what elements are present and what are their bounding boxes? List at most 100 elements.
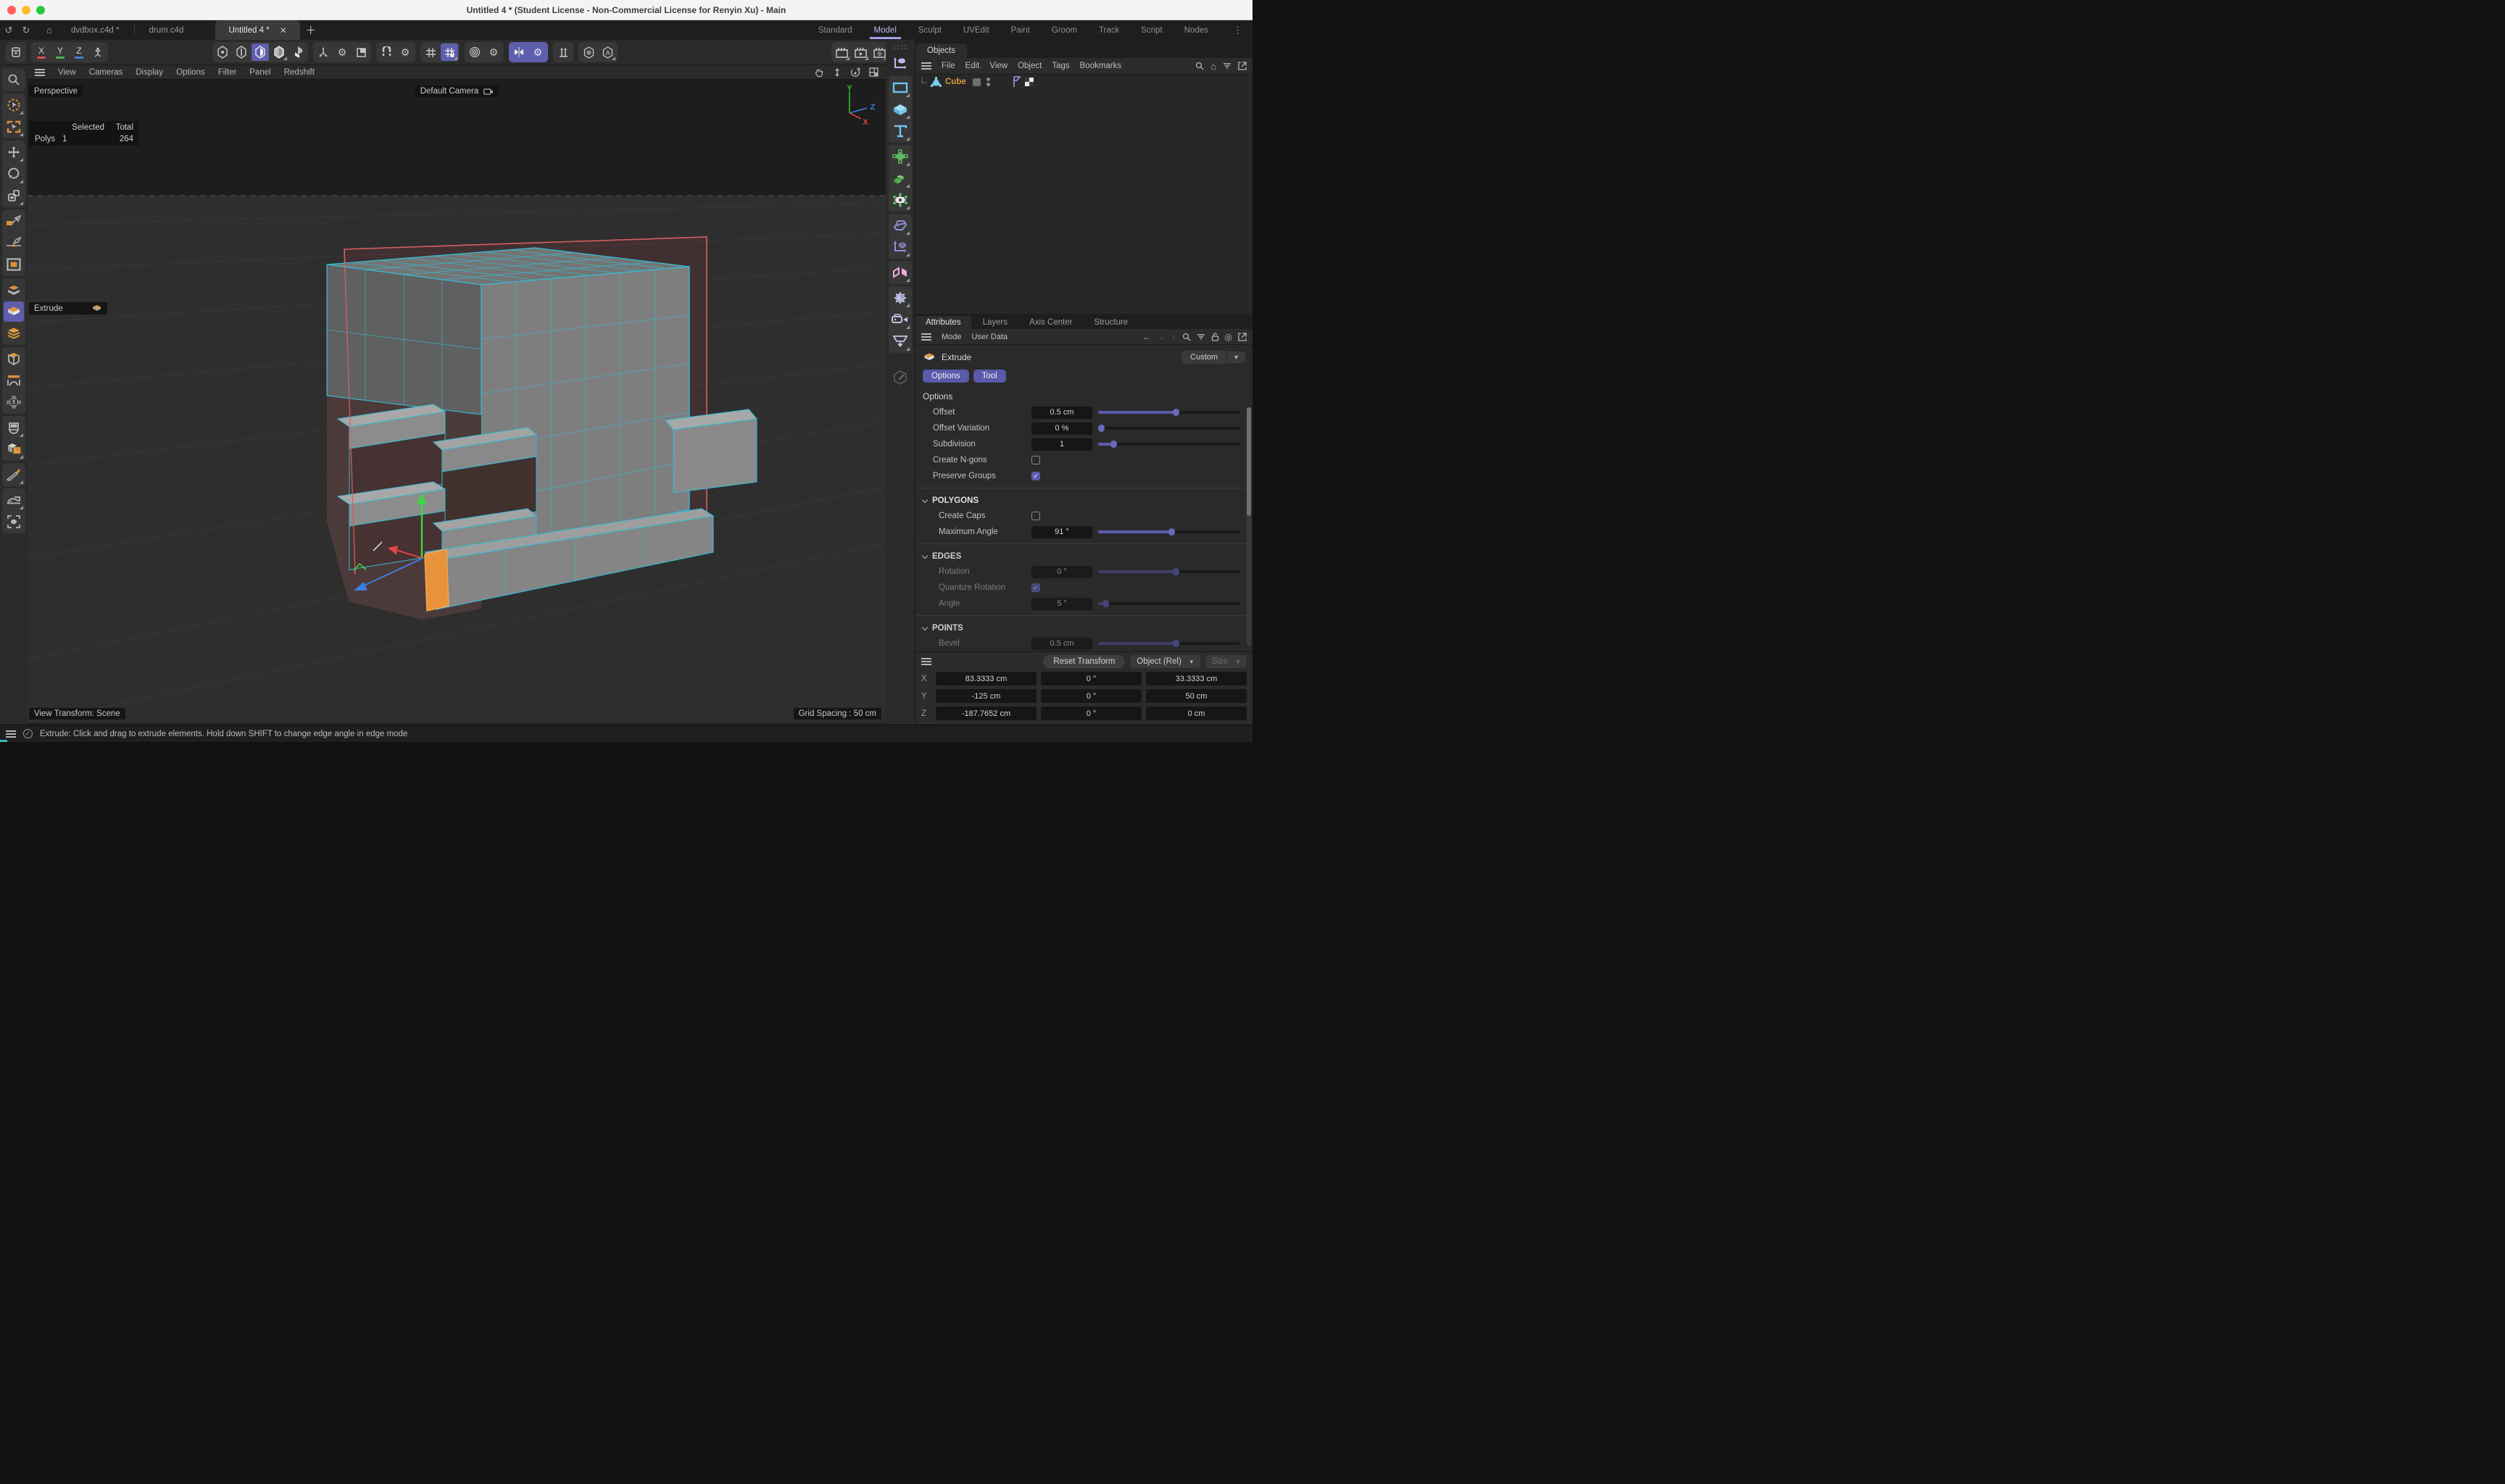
camera-label[interactable]: Default Camera [415, 86, 499, 97]
extrude-tool-icon[interactable] [4, 301, 24, 322]
offset-variation-slider[interactable] [1098, 427, 1239, 430]
layout-tab-sculpt[interactable]: Sculpt [917, 22, 943, 39]
z-rotation-field[interactable]: 0 ° [1041, 706, 1142, 720]
layout-tab-groom[interactable]: Groom [1050, 22, 1079, 39]
object-visibility-dots[interactable] [986, 78, 990, 86]
doc-tab-untitled4[interactable]: Untitled 4 * ✕ [215, 20, 299, 40]
attributes-detach-icon[interactable] [1238, 333, 1247, 341]
knife-tool-icon[interactable] [4, 464, 24, 485]
objects-menu-edit[interactable]: Edit [965, 62, 980, 70]
live-selection-tool-icon[interactable] [4, 95, 24, 115]
lock-icon[interactable] [1211, 332, 1219, 341]
x-rotation-field[interactable]: 0 ° [1041, 672, 1142, 685]
history-forward-icon[interactable]: → [1158, 332, 1166, 342]
viewport-menu-panel[interactable]: Panel [249, 68, 270, 77]
spline-rectangle-icon[interactable] [890, 78, 910, 98]
coordinate-system-icon[interactable] [89, 43, 107, 61]
pen-tool-icon[interactable] [4, 211, 24, 231]
layout-tab-uvedit[interactable]: UVEdit [962, 22, 991, 39]
rectangle-spline-tool-icon[interactable] [4, 254, 24, 275]
maximum-angle-slider[interactable] [1098, 530, 1239, 533]
attributes-menu-icon[interactable] [921, 333, 931, 341]
smooth-shift-tool-icon[interactable] [4, 323, 24, 343]
redo-icon[interactable]: ↻ [17, 20, 35, 40]
axis-center-icon[interactable] [580, 43, 597, 61]
objects-filter-icon[interactable] [1223, 62, 1231, 70]
reset-transform-button[interactable]: Reset Transform [1043, 655, 1125, 668]
preserve-groups-checkbox[interactable]: ✓ [1031, 472, 1040, 480]
phong-tag-icon[interactable] [1013, 76, 1021, 88]
magnify-tool-icon[interactable] [4, 70, 24, 90]
object-enable-toggle[interactable] [973, 78, 981, 86]
falloff-rings-icon[interactable] [466, 43, 483, 61]
brush-tool-icon[interactable] [4, 512, 24, 532]
viewport-menu-options[interactable]: Options [176, 68, 205, 77]
attributes-scrollbar[interactable] [1247, 407, 1251, 646]
cube-split-tool-icon[interactable] [4, 439, 24, 459]
layout-tab-track[interactable]: Track [1097, 22, 1121, 39]
x-position-field[interactable]: 83.3333 cm [936, 672, 1037, 685]
render-view-icon[interactable] [833, 43, 850, 61]
objects-menu-view[interactable]: View [989, 62, 1008, 70]
symmetry-settings-gear-icon[interactable]: ⚙ [529, 43, 547, 61]
attributes-filter-icon[interactable] [1197, 333, 1205, 341]
viewport-menu-view[interactable]: View [58, 68, 76, 77]
camera-object-icon[interactable] [890, 309, 910, 330]
object-mode-icon[interactable] [289, 43, 307, 61]
falloff-settings-gear-icon[interactable]: ⚙ [485, 43, 502, 61]
scene-3d[interactable]: Perspective Default Camera SelectedTotal… [28, 80, 886, 722]
tab-axis-center[interactable]: Axis Center [1019, 316, 1082, 329]
size-dropdown[interactable]: Size▼ [1206, 655, 1247, 668]
frame-selection-tool-icon[interactable] [4, 117, 24, 137]
sky-environment-icon[interactable] [890, 288, 910, 308]
iron-tool-icon[interactable] [4, 490, 24, 510]
volume-builder-icon[interactable] [890, 168, 910, 188]
polygon-selection-tag-icon[interactable] [1024, 77, 1034, 87]
subdivision-value-field[interactable]: 1 [1031, 438, 1092, 451]
subdivision-surface-icon[interactable] [890, 146, 910, 167]
y-position-field[interactable]: -125 cm [936, 689, 1037, 703]
objects-menu-tags[interactable]: Tags [1052, 62, 1069, 70]
tweak-pen-tool-icon[interactable] [4, 233, 24, 253]
dolly-zoom-icon[interactable] [833, 67, 842, 78]
palette-drag-handle[interactable] [892, 44, 908, 50]
coordinate-mode-dropdown[interactable]: Object (Rel)▼ [1131, 655, 1200, 668]
tab-objects[interactable]: Objects [915, 43, 967, 58]
y-axis-lock-button[interactable]: Y [51, 43, 69, 61]
pan-hand-icon[interactable] [814, 67, 824, 78]
inner-extrude-tool-icon[interactable] [4, 349, 24, 369]
offset-value-field[interactable]: 0.5 cm [1031, 407, 1092, 419]
object-tree[interactable]: Cube [915, 75, 1252, 314]
tool-category-button[interactable]: Tool [973, 370, 1006, 383]
symmetry-butterfly-icon[interactable] [510, 43, 528, 61]
target-icon[interactable]: ◎ [1225, 332, 1232, 342]
history-back-icon[interactable]: ← [1143, 332, 1152, 342]
object-name[interactable]: Cube [945, 78, 966, 86]
options-category-button[interactable]: Options [923, 370, 969, 383]
snap-settings-gear-icon[interactable]: ⚙ [396, 43, 414, 61]
z-position-field[interactable]: -187.7652 cm [936, 706, 1037, 720]
polygons-mode-icon[interactable] [252, 43, 269, 61]
axis-letter-icon[interactable]: A [599, 43, 616, 61]
weld-tool-icon[interactable] [4, 417, 24, 438]
objects-home-icon[interactable]: ⌂ [1210, 61, 1216, 72]
layout-tab-nodes[interactable]: Nodes [1183, 22, 1210, 39]
objects-menu-object[interactable]: Object [1018, 62, 1042, 70]
create-caps-checkbox[interactable]: ✓ [1031, 512, 1040, 520]
objects-search-icon[interactable] [1195, 62, 1204, 70]
floor-object-icon[interactable] [890, 331, 910, 351]
layout-tab-model[interactable]: Model [873, 22, 898, 39]
workplane-box-icon[interactable] [352, 43, 370, 61]
attributes-menu-mode[interactable]: Mode [942, 333, 962, 341]
tab-layers[interactable]: Layers [973, 316, 1018, 329]
edges-mode-icon[interactable] [233, 43, 250, 61]
layout-tab-script[interactable]: Script [1139, 22, 1163, 39]
scale-tool-icon[interactable] [4, 186, 24, 206]
quantize-grid-icon[interactable] [422, 43, 439, 61]
null-object-icon[interactable] [890, 54, 910, 74]
viewport-menu-icon[interactable] [35, 69, 45, 76]
edges-section-header[interactable]: EDGES [915, 548, 1252, 564]
doc-tab-drum[interactable]: drum.c4d [136, 20, 197, 40]
layout-tab-standard[interactable]: Standard [817, 22, 854, 39]
new-document-button[interactable]: ＋ [300, 20, 322, 40]
